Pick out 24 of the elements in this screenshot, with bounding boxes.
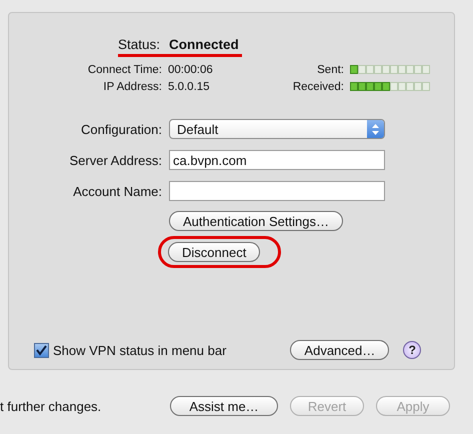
account-name-field[interactable]	[169, 181, 385, 201]
info-value: 5.0.0.15	[168, 80, 211, 92]
info-value: 00:00:06	[168, 64, 214, 76]
checkbox[interactable]	[34, 342, 49, 358]
info-label: Connect Time:	[86, 64, 162, 76]
disconnect-button[interactable]: Disconnect	[168, 242, 260, 262]
checkmark-icon	[36, 344, 47, 356]
configuration-select[interactable]: Default	[169, 119, 385, 139]
meter-label: Sent:	[316, 64, 344, 76]
help-button[interactable]: ?	[403, 341, 422, 359]
field-label: Configuration:	[80, 122, 162, 136]
checkbox-label: Show VPN status in menu bar	[53, 342, 226, 358]
footer-text: t further changes.	[0, 398, 102, 414]
status-label: Status:	[118, 37, 160, 52]
server-address-field[interactable]: ca.bvpn.com	[169, 150, 385, 170]
authentication-settings-button[interactable]: Authentication Settings…	[169, 211, 343, 231]
advanced-button[interactable]: Advanced…	[290, 340, 390, 360]
status-value: Connected	[169, 37, 239, 52]
footer-button[interactable]: Assist me…	[170, 396, 278, 416]
info-label: IP Address:	[102, 80, 162, 92]
field-label: Account Name:	[72, 184, 162, 198]
stepper-icon	[372, 124, 379, 134]
field-label: Server Address:	[68, 152, 162, 168]
meter-label: Received:	[292, 80, 344, 92]
